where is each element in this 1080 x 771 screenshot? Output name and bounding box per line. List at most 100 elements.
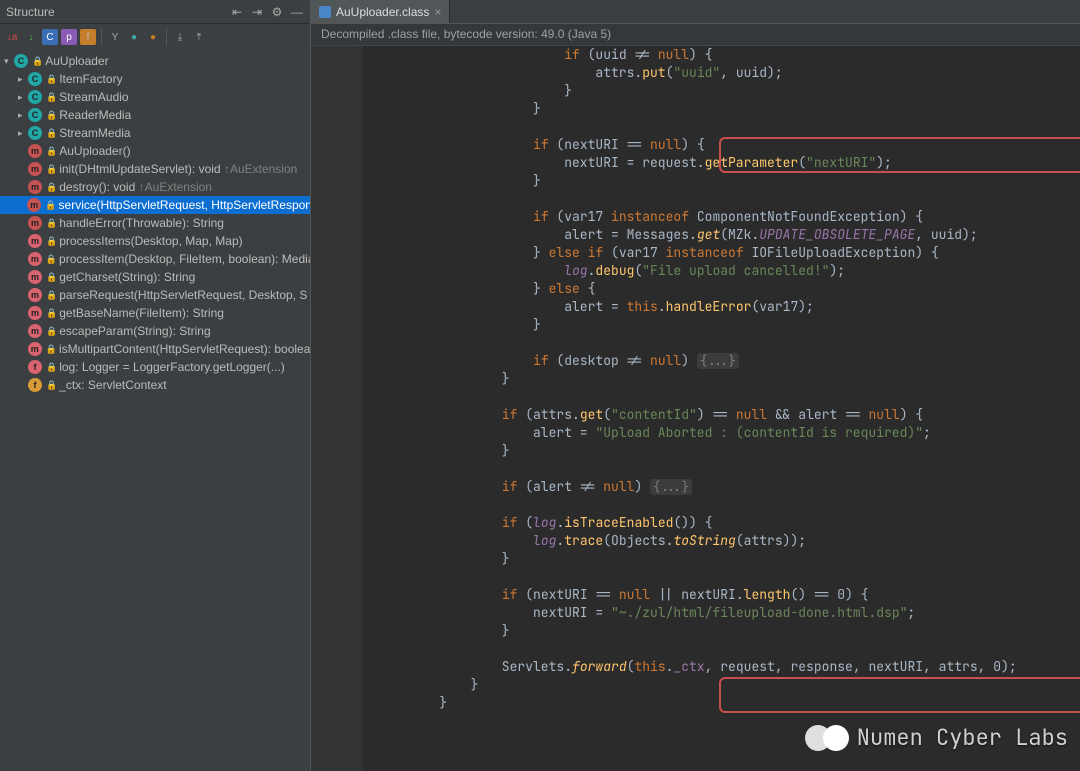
- code-editor[interactable]: Numen Cyber Labs 135 if (uuid != null) {…: [311, 46, 1080, 771]
- code-line[interactable]: 138 }: [311, 100, 1080, 118]
- tree-item-label: destroy(): void ↑AuExtension: [59, 180, 212, 194]
- code-text: }: [377, 676, 478, 694]
- editor-tab[interactable]: AuUploader.class ×: [311, 0, 450, 23]
- code-line[interactable]: 139: [311, 118, 1080, 136]
- code-line[interactable]: 186 if (nextURI == null || nextURI.lengt…: [311, 586, 1080, 604]
- node-kind-icon: m: [28, 144, 42, 158]
- code-line[interactable]: 188 }: [311, 622, 1080, 640]
- code-line[interactable]: 167 if (alert != null) {...}: [311, 478, 1080, 496]
- code-line[interactable]: 137 }: [311, 82, 1080, 100]
- code-line[interactable]: 190 Servlets.forward(this._ctx, request,…: [311, 658, 1080, 676]
- structure-tree-item[interactable]: ▾C🔒AuUploader: [0, 52, 310, 70]
- structure-tree-item[interactable]: m🔒handleError(Throwable): String: [0, 214, 310, 232]
- code-line[interactable]: 182 if (log.isTraceEnabled()) {: [311, 514, 1080, 532]
- collapse-panel-icon[interactable]: ⇤: [230, 5, 244, 19]
- node-kind-icon: m: [28, 252, 42, 266]
- code-line[interactable]: 165 }: [311, 442, 1080, 460]
- arrow-icon[interactable]: ▸: [18, 128, 28, 139]
- hide-panel-icon[interactable]: —: [290, 5, 304, 19]
- structure-tree-item[interactable]: f🔒_ctx: ServletContext: [0, 376, 310, 394]
- code-line[interactable]: 135 if (uuid != null) {: [311, 46, 1080, 64]
- code-line[interactable]: 189: [311, 640, 1080, 658]
- code-line[interactable]: 146 } else if (var17 instanceof IOFileUp…: [311, 244, 1080, 262]
- structure-tree-item[interactable]: m🔒destroy(): void ↑AuExtension: [0, 178, 310, 196]
- filter-circle-icon[interactable]: ●: [126, 29, 142, 45]
- node-kind-icon: m: [28, 162, 42, 176]
- arrow-icon[interactable]: ▾: [4, 56, 14, 67]
- structure-tree-item[interactable]: m🔒getBaseName(FileItem): String: [0, 304, 310, 322]
- code-line[interactable]: 161 }: [311, 370, 1080, 388]
- structure-tree-item[interactable]: ▸C🔒StreamAudio: [0, 88, 310, 106]
- code-text: log.debug("File upload cancelled!");: [377, 262, 845, 280]
- structure-tree-item[interactable]: m🔒init(DHtmlUpdateServlet): void ↑AuExte…: [0, 160, 310, 178]
- arrow-icon[interactable]: ▸: [18, 110, 28, 121]
- code-line[interactable]: 145 alert = Messages.get(MZk.UPDATE_OBSO…: [311, 226, 1080, 244]
- structure-window-actions: ⇤ ⇥ ⚙ —: [230, 5, 304, 19]
- code-text: if (desktop != null) {...}: [377, 352, 739, 370]
- sort-alpha-icon[interactable]: ↓a: [4, 29, 20, 45]
- structure-tree-item[interactable]: ▸C🔒ReaderMedia: [0, 106, 310, 124]
- structure-tree-item[interactable]: m🔒AuUploader(): [0, 142, 310, 160]
- branch-icon[interactable]: Y: [107, 29, 123, 45]
- gear-icon[interactable]: ⚙: [270, 5, 284, 19]
- structure-tree-item[interactable]: m🔒getCharset(String): String: [0, 268, 310, 286]
- node-kind-icon: C: [28, 126, 42, 140]
- node-kind-icon: C: [28, 72, 42, 86]
- code-line[interactable]: 149 alert = this.handleError(var17);: [311, 298, 1080, 316]
- code-text: attrs.put("uuid", uuid);: [377, 64, 783, 82]
- autoscroll-editor-icon[interactable]: ⤒: [191, 29, 207, 45]
- code-line[interactable]: 184 }: [311, 550, 1080, 568]
- tree-item-label: getCharset(String): String: [59, 270, 195, 284]
- structure-tree[interactable]: ▾C🔒AuUploader▸C🔒ItemFactory▸C🔒StreamAudi…: [0, 50, 310, 771]
- lock-icon: 🔒: [46, 272, 57, 283]
- tree-item-label: AuUploader: [45, 54, 108, 68]
- filter-c-icon[interactable]: C: [42, 29, 58, 45]
- code-line[interactable]: 181: [311, 496, 1080, 514]
- code-line[interactable]: 150 }: [311, 316, 1080, 334]
- code-line[interactable]: 166: [311, 460, 1080, 478]
- structure-tree-item[interactable]: m🔒escapeParam(String): String: [0, 322, 310, 340]
- structure-tree-item[interactable]: m🔒processItem(Desktop, FileItem, boolean…: [0, 250, 310, 268]
- code-line[interactable]: 147 log.debug("File upload cancelled!");: [311, 262, 1080, 280]
- node-kind-icon: m: [28, 216, 42, 230]
- editor-area: AuUploader.class × Decompiled .class fil…: [311, 0, 1080, 771]
- structure-tree-item[interactable]: ▸C🔒ItemFactory: [0, 70, 310, 88]
- structure-tree-item[interactable]: f🔒log: Logger = LoggerFactory.getLogger(…: [0, 358, 310, 376]
- filter-fields-icon[interactable]: f: [80, 29, 96, 45]
- code-line[interactable]: 151: [311, 334, 1080, 352]
- autoscroll-source-icon[interactable]: ⤓: [172, 29, 188, 45]
- code-line[interactable]: 183 log.trace(Objects.toString(attrs));: [311, 532, 1080, 550]
- code-line[interactable]: 164 alert = "Upload Aborted : (contentId…: [311, 424, 1080, 442]
- code-text: }: [377, 550, 510, 568]
- code-text: if (attrs.get("contentId") == null && al…: [377, 406, 923, 424]
- expand-panel-icon[interactable]: ⇥: [250, 5, 264, 19]
- sort-visibility-icon[interactable]: ↓: [23, 29, 39, 45]
- structure-tree-item[interactable]: m🔒isMultipartContent(HttpServletRequest)…: [0, 340, 310, 358]
- structure-tree-item[interactable]: ▸C🔒StreamMedia: [0, 124, 310, 142]
- code-line[interactable]: 136 attrs.put("uuid", uuid);: [311, 64, 1080, 82]
- code-line[interactable]: 144 if (var17 instanceof ComponentNotFou…: [311, 208, 1080, 226]
- structure-tree-item[interactable]: m🔒parseRequest(HttpServletRequest, Deskt…: [0, 286, 310, 304]
- code-line[interactable]: 142 }: [311, 172, 1080, 190]
- lock-icon: 🔒: [46, 344, 57, 355]
- arrow-icon[interactable]: ▸: [18, 74, 28, 85]
- code-text: if (nextURI == null) {: [377, 136, 705, 154]
- arrow-icon[interactable]: ▸: [18, 92, 28, 103]
- lock-icon: 🔒: [46, 380, 57, 391]
- code-line[interactable]: 185: [311, 568, 1080, 586]
- code-line[interactable]: 148 } else {: [311, 280, 1080, 298]
- toolbar-separator: [166, 28, 167, 46]
- code-text: alert = Messages.get(MZk.UPDATE_OBSOLETE…: [377, 226, 978, 244]
- code-line[interactable]: 162: [311, 388, 1080, 406]
- code-line[interactable]: 152 if (desktop != null) {...}: [311, 352, 1080, 370]
- filter-p-icon[interactable]: p: [61, 29, 77, 45]
- code-line[interactable]: 143: [311, 190, 1080, 208]
- structure-tree-item[interactable]: m🔒service(HttpServletRequest, HttpServle…: [0, 196, 310, 214]
- code-line[interactable]: 163 if (attrs.get("contentId") == null &…: [311, 406, 1080, 424]
- close-icon[interactable]: ×: [434, 5, 441, 19]
- code-line[interactable]: 187 nextURI = "~./zul/html/fileupload-do…: [311, 604, 1080, 622]
- lock-icon: 🔒: [46, 146, 57, 157]
- filter-orange-icon[interactable]: ●: [145, 29, 161, 45]
- structure-tree-item[interactable]: m🔒processItems(Desktop, Map, Map): [0, 232, 310, 250]
- node-kind-icon: C: [28, 90, 42, 104]
